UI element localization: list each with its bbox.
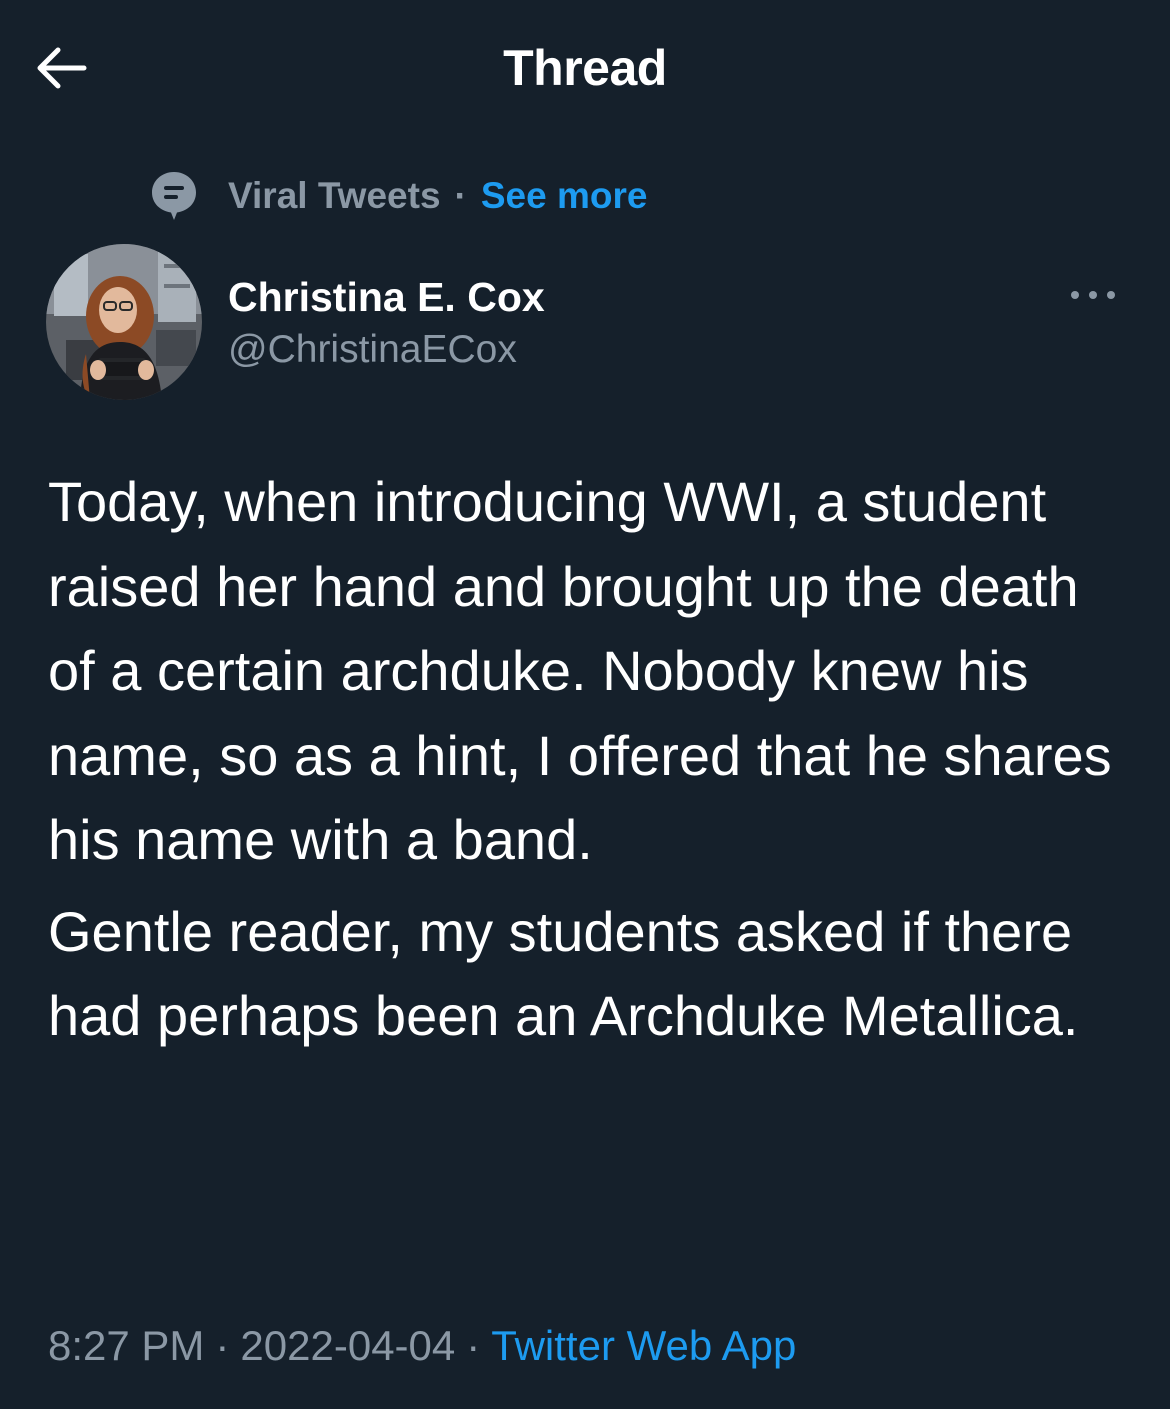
thread-header: Thread [0,0,1170,140]
profile-photo [46,244,202,400]
context-separator: · [454,175,467,216]
tweet-paragraph: Today, when introducing WWI, a student r… [48,470,1112,871]
topic-link[interactable]: Viral Tweets [228,175,441,217]
tweet-source-link[interactable]: Twitter Web App [491,1322,796,1369]
tweet-body: Today, when introducing WWI, a student r… [48,460,1138,1059]
meta-separator: · [466,1322,481,1369]
topic-context: Viral Tweets · See more [150,168,647,224]
see-more-link[interactable]: See more [481,175,648,217]
tweet-paragraph: Gentle reader, my students asked if ther… [48,899,1079,1048]
tweet-metadata: 8:27 PM · 2022-04-04 · Twitter Web App [48,1318,796,1374]
more-dots-icon [1071,291,1115,299]
speech-bubble-icon [152,172,196,220]
tweet-time: 8:27 PM [48,1322,205,1369]
avatar[interactable] [46,244,202,400]
more-options-button[interactable] [1066,278,1120,312]
author-name[interactable]: Christina E. Cox [228,272,545,322]
author-handle[interactable]: @ChristinaECox [228,326,517,374]
meta-separator: · [215,1322,230,1369]
tweet-date: 2022-04-04 [240,1322,456,1369]
page-title: Thread [503,40,667,96]
